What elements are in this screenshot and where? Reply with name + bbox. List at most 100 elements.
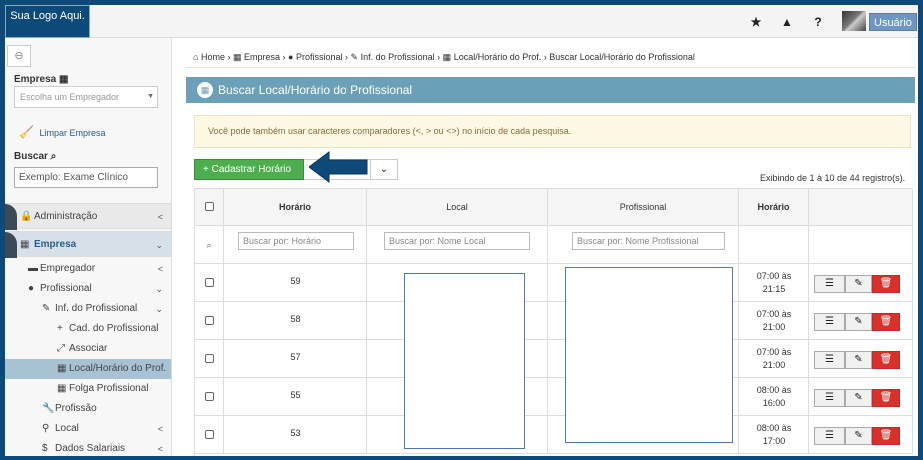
row-checkbox[interactable] — [205, 430, 214, 439]
plus-icon: + — [57, 323, 63, 334]
calendar-icon: ▦ — [57, 363, 67, 374]
menu-label: Folga Profissional — [69, 383, 149, 394]
sidebar: ⊖ Empresa ▦ Escolha um Empregador ▼ 🧹 Li… — [5, 38, 172, 456]
edit-button[interactable]: ✎ — [845, 351, 872, 369]
row-checkbox[interactable] — [205, 278, 214, 287]
home-icon: ⌂ — [193, 52, 199, 62]
row-time: 08:00 às 16:00 — [756, 385, 792, 408]
table-row — [195, 340, 224, 378]
menu-administracao[interactable]: 🔒 Administração < — [5, 203, 171, 230]
column-header-local[interactable]: Local — [367, 189, 548, 226]
menu-empresa[interactable]: ▦ Empresa ⌄ — [5, 231, 171, 258]
delete-button[interactable]: 🗑 — [872, 351, 900, 369]
menu-dados-salariais[interactable]: $ Dados Salariais < — [5, 439, 171, 456]
breadcrumb-home[interactable]: Home — [201, 52, 225, 62]
chevron-left-icon: < — [157, 212, 163, 222]
menu-folga-profissional[interactable]: ▦ Folga Profissional — [5, 379, 171, 399]
star-icon[interactable]: ★ — [748, 14, 764, 30]
table-row — [195, 378, 224, 416]
clear-empresa-link[interactable]: 🧹 Limpar Empresa — [19, 125, 106, 139]
row-checkbox[interactable] — [205, 316, 214, 325]
row-time-cell: 07:00 às 21:00 — [739, 302, 809, 340]
edit-button[interactable]: ✎ — [845, 313, 872, 331]
logo: Sua Logo Aqui. — [5, 5, 90, 38]
edit-button[interactable]: ✎ — [845, 275, 872, 293]
search-label: Buscar ⌕ — [14, 151, 57, 162]
breadcrumb-profissional[interactable]: Profissional — [296, 52, 343, 62]
search-icon: ⌕ — [50, 151, 57, 162]
filter-horario-input[interactable]: Buscar por: Horário — [238, 232, 354, 250]
menu-label: Empresa — [34, 239, 77, 250]
menu-empregador[interactable]: ▬ Empregador < — [5, 259, 171, 279]
calendar-icon: ▦ — [197, 82, 213, 98]
delete-button[interactable]: 🗑 — [872, 313, 900, 331]
collapse-sidebar-button[interactable]: ⊖ — [7, 45, 31, 67]
edit-button[interactable]: ✎ — [845, 427, 872, 445]
row-time-cell: 08:00 às 17:00 — [739, 416, 809, 454]
table-row — [195, 416, 224, 454]
delete-button[interactable]: 🗑 — [872, 389, 900, 407]
view-button[interactable]: ☰ — [814, 427, 845, 445]
sidebar-search-input[interactable] — [14, 167, 158, 188]
menu-profissional[interactable]: ● Profissional ⌄ — [5, 279, 171, 299]
edit-button[interactable]: ✎ — [845, 389, 872, 407]
delete-button[interactable]: 🗑 — [872, 275, 900, 293]
menu-profissao[interactable]: 🔧 Profissão — [5, 399, 171, 419]
lock-icon: 🔒 — [20, 211, 33, 222]
top-bar: Sua Logo Aqui. ★ ▲ ? Usuário — [5, 5, 918, 38]
column-header-horario-range[interactable]: Horário — [739, 189, 809, 226]
delete-button[interactable]: 🗑 — [872, 427, 900, 445]
chevron-left-icon: < — [157, 444, 163, 454]
row-checkbox[interactable] — [205, 392, 214, 401]
menu-inf-profissional[interactable]: ✎ Inf. do Profissional ⌄ — [5, 299, 171, 319]
view-button[interactable]: ☰ — [814, 275, 845, 293]
building-icon: ▦ — [20, 239, 30, 250]
redacted-profissional-region — [565, 267, 733, 443]
filter-profissional-input[interactable]: Buscar por: Nome Profissional — [572, 232, 725, 250]
warning-icon[interactable]: ▲ — [779, 14, 795, 30]
breadcrumb-local-horario[interactable]: Local/Horário do Prof. — [454, 52, 542, 62]
row-id: 57 — [290, 352, 301, 362]
filter-local-input[interactable]: Buscar por: Nome Local — [384, 232, 530, 250]
filter-cell-profissional: Buscar por: Nome Profissional — [548, 226, 739, 264]
chevron-down-icon: ⌄ — [155, 284, 163, 294]
row-checkbox[interactable] — [205, 354, 214, 363]
redacted-local-region — [404, 273, 525, 449]
toolbar-dropdown-button[interactable]: ⌄ — [370, 159, 398, 180]
map-marker-icon: ⚲ — [42, 423, 50, 434]
link-icon: ⤢ — [57, 343, 65, 354]
empregador-select[interactable]: Escolha um Empregador ▼ — [14, 86, 158, 108]
table-header-select — [195, 189, 224, 226]
menu-local[interactable]: ⚲ Local < — [5, 419, 171, 439]
breadcrumb-empresa[interactable]: Empresa — [244, 52, 280, 62]
menu-label: Local — [55, 423, 79, 434]
chevron-left-icon: < — [157, 264, 163, 274]
row-actions: ☰ ✎ 🗑 — [814, 275, 900, 293]
filter-cell-actions — [809, 226, 913, 264]
column-header-horario[interactable]: Horário — [224, 189, 367, 226]
help-icon[interactable]: ? — [810, 14, 826, 30]
column-header-profissional[interactable]: Profissional — [548, 189, 739, 226]
avatar[interactable] — [842, 11, 866, 31]
menu-local-horario[interactable]: ▦ Local/Horário do Prof. — [5, 359, 171, 379]
main-content: ⌂ Home › ▦ Empresa › ● Profissional › ✎ … — [186, 46, 918, 456]
cadastrar-horario-button[interactable]: + Cadastrar Horário — [194, 159, 304, 180]
wrench-icon: 🔧 — [42, 403, 55, 414]
view-button[interactable]: ☰ — [814, 389, 845, 407]
row-time-cell: 07:00 às 21:15 — [739, 264, 809, 302]
view-button[interactable]: ☰ — [814, 313, 845, 331]
clear-empresa-label: Limpar Empresa — [39, 128, 106, 138]
view-button[interactable]: ☰ — [814, 351, 845, 369]
row-id-cell: 58 — [224, 302, 367, 340]
select-all-checkbox[interactable] — [205, 202, 214, 211]
table-row — [195, 264, 224, 302]
breadcrumb-inf-profissional[interactable]: Inf. do Profissional — [361, 52, 435, 62]
menu-indicator — [5, 204, 17, 230]
user-menu-button[interactable]: Usuário — [869, 13, 917, 31]
menu-cad-profissional[interactable]: + Cad. do Profissional — [5, 319, 171, 339]
menu-associar-empregadores[interactable]: ⤢ Associar Empregadores — [5, 339, 171, 374]
menu-indicator — [5, 232, 17, 258]
filter-cell-empty — [739, 226, 809, 264]
broom-icon: 🧹 — [19, 125, 34, 139]
row-id-cell: 55 — [224, 378, 367, 416]
